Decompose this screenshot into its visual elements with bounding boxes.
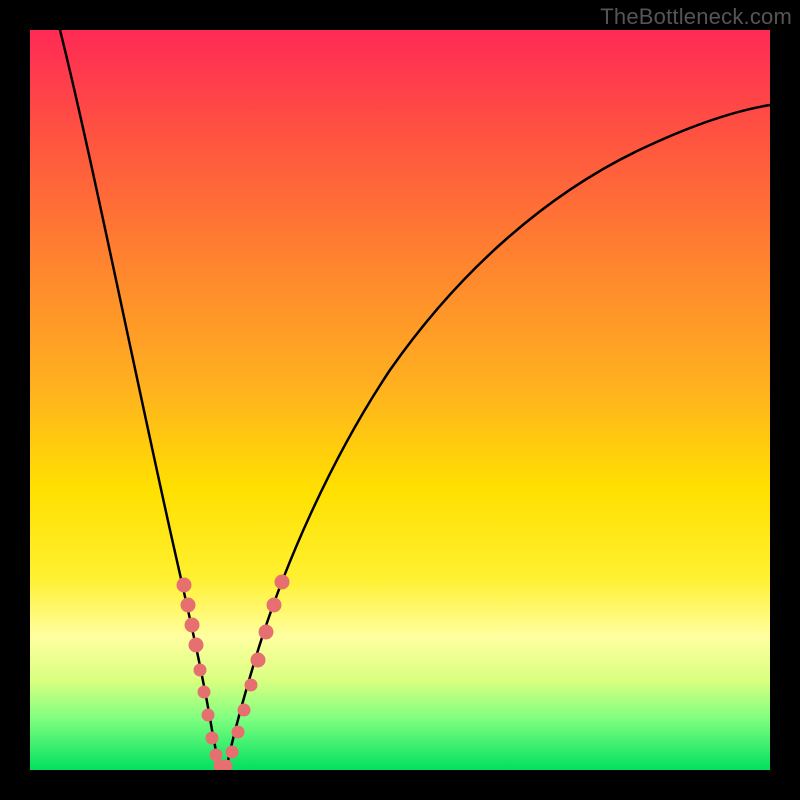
watermark-text: TheBottleneck.com	[600, 4, 792, 30]
chart-frame: TheBottleneck.com	[0, 0, 800, 800]
curve-right	[226, 105, 770, 770]
curve-left	[60, 30, 220, 770]
chart-svg	[30, 30, 770, 770]
plot-area	[30, 30, 770, 770]
